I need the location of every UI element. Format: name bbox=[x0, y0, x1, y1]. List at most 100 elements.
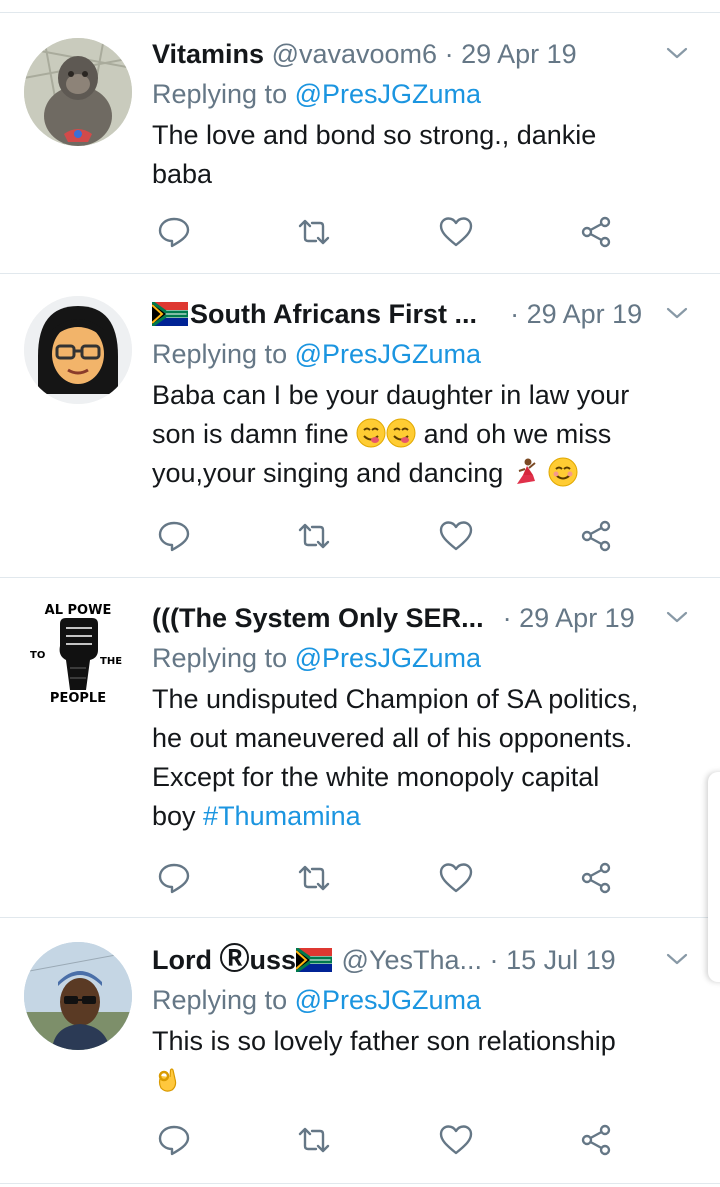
tweet-text-line: baba bbox=[152, 159, 213, 189]
tweet-text-segment: son is damn fine bbox=[152, 419, 357, 449]
tweet-date[interactable]: 29 Apr 19 bbox=[527, 299, 643, 329]
tweet-reply[interactable]: Vitamins @vavavoom6 · 29 Apr 19 Replying… bbox=[0, 14, 720, 274]
display-name-part: Lord bbox=[152, 945, 220, 975]
like-icon[interactable] bbox=[438, 214, 474, 250]
tweet-text-line: Baba can I be your daughter in law your bbox=[152, 380, 630, 410]
retweet-icon[interactable] bbox=[296, 1122, 332, 1158]
yum-face-emoji bbox=[356, 418, 386, 448]
raised-fist-avatar-image: AL POWE TO THE PEOPLE bbox=[24, 598, 132, 706]
tweet-text-line: This is so lovely father son relationshi… bbox=[152, 1026, 616, 1056]
tweet-text: The love and bond so strong., dankie bab… bbox=[152, 116, 692, 194]
separator-dot: · bbox=[489, 945, 499, 975]
tweet-reply[interactable]: South Africans First ... · 29 Apr 19 Rep… bbox=[0, 274, 720, 578]
tweet-actions bbox=[156, 214, 636, 254]
man-selfie-avatar-image bbox=[24, 942, 132, 1050]
tweet-text-segment: and oh we miss bbox=[416, 419, 612, 449]
reply-icon[interactable] bbox=[156, 1122, 192, 1158]
avatar[interactable] bbox=[24, 942, 132, 1050]
ok-hand-emoji bbox=[158, 1068, 177, 1092]
tweet-text-line: son is damn fine and oh we miss bbox=[152, 415, 692, 454]
separator-dot: · bbox=[444, 39, 454, 69]
scroll-handle[interactable] bbox=[708, 772, 720, 982]
avatar[interactable]: AL POWE TO THE PEOPLE bbox=[24, 598, 132, 706]
chevron-down-icon[interactable] bbox=[662, 38, 692, 68]
tweet-text-line: The love and bond so strong., dankie bbox=[152, 120, 597, 150]
tweet-date[interactable]: 15 Jul 19 bbox=[506, 945, 616, 975]
smiling-face-emoji bbox=[548, 457, 578, 487]
top-divider bbox=[0, 12, 720, 13]
tweet-text-line: The undisputed Champion of SA politics, bbox=[152, 684, 639, 714]
tweet-header: South Africans First ... · 29 Apr 19 bbox=[152, 294, 692, 334]
tweet-actions bbox=[156, 518, 636, 558]
replying-to: Replying to @PresJGZuma bbox=[152, 334, 692, 374]
tweet-reply[interactable]: Lord Ⓡuss @YesTha... · 15 Jul 19 Replyin… bbox=[0, 918, 720, 1184]
replying-to: Replying to @PresJGZuma bbox=[152, 980, 692, 1020]
share-icon[interactable] bbox=[578, 860, 614, 896]
avatar[interactable] bbox=[24, 38, 132, 146]
chevron-down-icon[interactable] bbox=[662, 298, 692, 328]
tweet-text-segment: you,your singing and dancing bbox=[152, 458, 511, 488]
reply-icon[interactable] bbox=[156, 214, 192, 250]
display-name[interactable]: (((The System Only SER... bbox=[152, 603, 484, 633]
registered-symbol: Ⓡ bbox=[219, 943, 250, 976]
tweet-header: Vitamins @vavavoom6 · 29 Apr 19 bbox=[152, 34, 692, 74]
tweet-text-line bbox=[152, 1061, 692, 1100]
tweet-text-line: Except for the white monopoly capital bbox=[152, 762, 600, 792]
south-africa-flag-icon bbox=[296, 948, 333, 972]
retweet-icon[interactable] bbox=[296, 214, 332, 250]
user-handle[interactable]: @vavavoom6 bbox=[272, 39, 437, 69]
cartoon-woman-avatar-image bbox=[24, 296, 132, 404]
separator-dot: · bbox=[502, 603, 512, 633]
separator-dot: · bbox=[510, 299, 520, 329]
tweet-actions bbox=[156, 1122, 636, 1162]
share-icon[interactable] bbox=[578, 518, 614, 554]
hashtag-link[interactable]: #Thumamina bbox=[203, 801, 361, 831]
replying-to: Replying to @PresJGZuma bbox=[152, 74, 692, 114]
tweet-date[interactable]: 29 Apr 19 bbox=[519, 603, 635, 633]
display-name-part: uss bbox=[249, 945, 297, 975]
user-handle[interactable]: @YesTha... bbox=[342, 945, 482, 975]
replying-to-label: Replying to bbox=[152, 643, 295, 673]
like-icon[interactable] bbox=[438, 518, 474, 554]
chevron-down-icon[interactable] bbox=[662, 944, 692, 974]
dancer-emoji bbox=[516, 458, 536, 484]
display-name[interactable]: Lord Ⓡuss bbox=[152, 943, 297, 976]
tweet-header: (((The System Only SER... · 29 Apr 19 bbox=[152, 598, 692, 638]
reply-icon[interactable] bbox=[156, 860, 192, 896]
avatar-text: PEOPLE bbox=[50, 691, 106, 706]
tweet-date[interactable]: 29 Apr 19 bbox=[461, 39, 577, 69]
share-icon[interactable] bbox=[578, 1122, 614, 1158]
avatar-text: AL POWE bbox=[45, 603, 112, 618]
tweet-header: Lord Ⓡuss @YesTha... · 15 Jul 19 bbox=[152, 940, 692, 980]
tweet-text: This is so lovely father son relationshi… bbox=[152, 1022, 692, 1100]
retweet-icon[interactable] bbox=[296, 860, 332, 896]
avatar[interactable] bbox=[24, 296, 132, 404]
reply-icon[interactable] bbox=[156, 518, 192, 554]
south-africa-flag-icon bbox=[152, 302, 188, 326]
tweet-text: Baba can I be your daughter in law your … bbox=[152, 376, 692, 493]
chevron-down-icon[interactable] bbox=[662, 602, 692, 632]
replying-to-label: Replying to bbox=[152, 339, 295, 369]
mention-link[interactable]: @PresJGZuma bbox=[295, 339, 481, 369]
mention-link[interactable]: @PresJGZuma bbox=[295, 79, 481, 109]
display-name[interactable]: South Africans First ... bbox=[190, 299, 477, 329]
like-icon[interactable] bbox=[438, 860, 474, 896]
avatar-text: TO bbox=[30, 650, 45, 661]
retweet-icon[interactable] bbox=[296, 518, 332, 554]
yum-face-emoji bbox=[386, 418, 416, 448]
tweet-text-line: he out maneuvered all of his opponents. bbox=[152, 723, 633, 753]
like-icon[interactable] bbox=[438, 1122, 474, 1158]
tweet-reply[interactable]: AL POWE TO THE PEOPLE (((The System Only… bbox=[0, 578, 720, 918]
replying-to-label: Replying to bbox=[152, 79, 295, 109]
mention-link[interactable]: @PresJGZuma bbox=[295, 985, 481, 1015]
tweet-text-line: you,your singing and dancing bbox=[152, 454, 692, 493]
display-name[interactable]: Vitamins bbox=[152, 39, 264, 69]
replying-to: Replying to @PresJGZuma bbox=[152, 638, 692, 678]
mention-link[interactable]: @PresJGZuma bbox=[295, 643, 481, 673]
tweet-actions bbox=[156, 860, 636, 900]
avatar-text: THE bbox=[100, 656, 122, 667]
tweet-text-segment: boy bbox=[152, 801, 204, 831]
tweet-text-line: boy #Thumamina bbox=[152, 797, 692, 836]
share-icon[interactable] bbox=[578, 214, 614, 250]
chimpanzee-avatar-image bbox=[24, 38, 132, 146]
